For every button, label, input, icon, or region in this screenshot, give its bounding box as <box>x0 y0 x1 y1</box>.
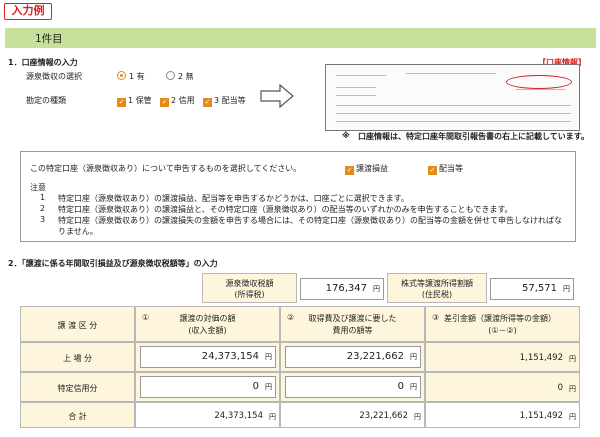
caution-no: 1 <box>40 193 46 202</box>
column-header-net: ③ 差引金額（譲渡所得等の金額） (①－②) <box>425 306 580 342</box>
account-type-dividend-checkbox[interactable]: ✓ 3 配当等 <box>203 95 246 107</box>
section-header-bar: 1件目 <box>5 28 596 48</box>
checkbox-checked-icon: ✓ <box>428 166 437 175</box>
caution-no: 2 <box>40 204 46 213</box>
checkbox-checked-icon: ✓ <box>160 98 169 107</box>
withholding-option-no[interactable]: 2 無 <box>166 71 194 82</box>
credit-net-value: 0 <box>557 383 563 393</box>
checkbox-checked-icon: ✓ <box>117 98 126 107</box>
caution-text: りません。 <box>58 227 98 236</box>
caution-text: 特定口座（源泉徴収あり）の譲渡損益と、その特定口座（源泉徴収あり）の配当等のいず… <box>58 205 513 214</box>
table-row-label: 合 計 <box>20 402 135 428</box>
caution-text: 特定口座（源泉徴収あり）の譲渡損益、配当等を申告するかどうかは、口座ごとに選択で… <box>58 194 409 203</box>
unit-label: 円 <box>414 413 421 421</box>
choice-transfer-checkbox[interactable]: ✓ 譲渡損益 <box>345 163 388 175</box>
thumbnail-note: 口座情報は、特定口座年間取引報告書の右上に記載しています。 <box>358 132 589 141</box>
caution-text: 特定口座（源泉徴収あり）の譲渡損失の金額を申告する場合には、その特定口座（源泉徴… <box>58 216 562 225</box>
column-header-cost: ② 取得費及び譲渡に要した 費用の額等 <box>280 306 425 342</box>
account-type-hold-checkbox[interactable]: ✓ 1 保管 <box>117 95 152 107</box>
table-cell: 1,151,492 円 <box>425 402 580 428</box>
total-net-value: 1,151,492 <box>519 411 563 421</box>
thumbnail-note-mark: ※ <box>342 131 350 140</box>
listed-proceeds-input[interactable]: 24,373,154 円 <box>140 346 276 368</box>
example-tag: 入力例 <box>4 3 52 20</box>
account-type-label: 勘定の種類 <box>26 96 66 105</box>
withholding-tax-label-cell: 源泉徴収税額 (所得税) <box>202 273 297 303</box>
transfer-heading: 2．「譲渡に係る年間取引損益及び源泉徴収税額等」の入力 <box>8 259 218 268</box>
listed-net-value: 1,151,492 <box>519 353 563 363</box>
table-cell: 24,373,154 円 <box>135 402 280 428</box>
radio-empty-icon <box>166 71 175 80</box>
account-type-credit-checkbox[interactable]: ✓ 2 信用 <box>160 95 195 107</box>
checkbox-checked-icon: ✓ <box>203 98 212 107</box>
withholding-tax-input[interactable]: 176,347 円 <box>300 278 384 300</box>
withholding-label: 源泉徴収の選択 <box>26 72 82 81</box>
unit-label: 円 <box>269 413 276 421</box>
caution-no: 3 <box>40 215 46 224</box>
choice-dividend-checkbox[interactable]: ✓ 配当等 <box>428 163 463 175</box>
credit-proceeds-input[interactable]: 0円 <box>140 376 276 398</box>
withholding-option-yes[interactable]: 1 有 <box>117 71 145 82</box>
listed-cost-input[interactable]: 23,221,662 円 <box>285 346 421 368</box>
table-row-label: 特定信用分 <box>20 372 135 402</box>
unit-label: 円 <box>569 355 576 363</box>
table-cell: 1,151,492 円 <box>425 342 580 372</box>
account-info-heading: 1．口座情報の入力 <box>8 58 78 67</box>
caution-title: 注意 <box>30 183 46 192</box>
unit-label: 円 <box>569 413 576 421</box>
table-cell: 0 円 <box>425 372 580 402</box>
arrow-right-icon <box>260 84 294 108</box>
checkbox-checked-icon: ✓ <box>345 166 354 175</box>
table-cell: 23,221,662 円 <box>280 402 425 428</box>
category-header-cell: 譲 渡 区 分 <box>20 306 135 342</box>
section-title: 1件目 <box>35 33 63 45</box>
account-info-highlight <box>506 75 572 89</box>
total-proceeds-value: 24,373,154 <box>214 411 263 421</box>
total-cost-value: 23,221,662 <box>359 411 408 421</box>
radio-selected-icon <box>117 71 126 80</box>
credit-cost-input[interactable]: 0円 <box>285 376 421 398</box>
resident-tax-input[interactable]: 57,571 円 <box>490 278 574 300</box>
resident-tax-label-cell: 株式等譲渡所得割額 (住民税) <box>387 273 487 303</box>
table-row-label: 上 場 分 <box>20 342 135 372</box>
notice-question: この特定口座（源泉徴収あり）について申告するものを選択してください。 <box>30 164 302 173</box>
column-header-proceeds: ① 譲渡の対価の額 (収入金額) <box>135 306 280 342</box>
unit-label: 円 <box>569 385 576 393</box>
